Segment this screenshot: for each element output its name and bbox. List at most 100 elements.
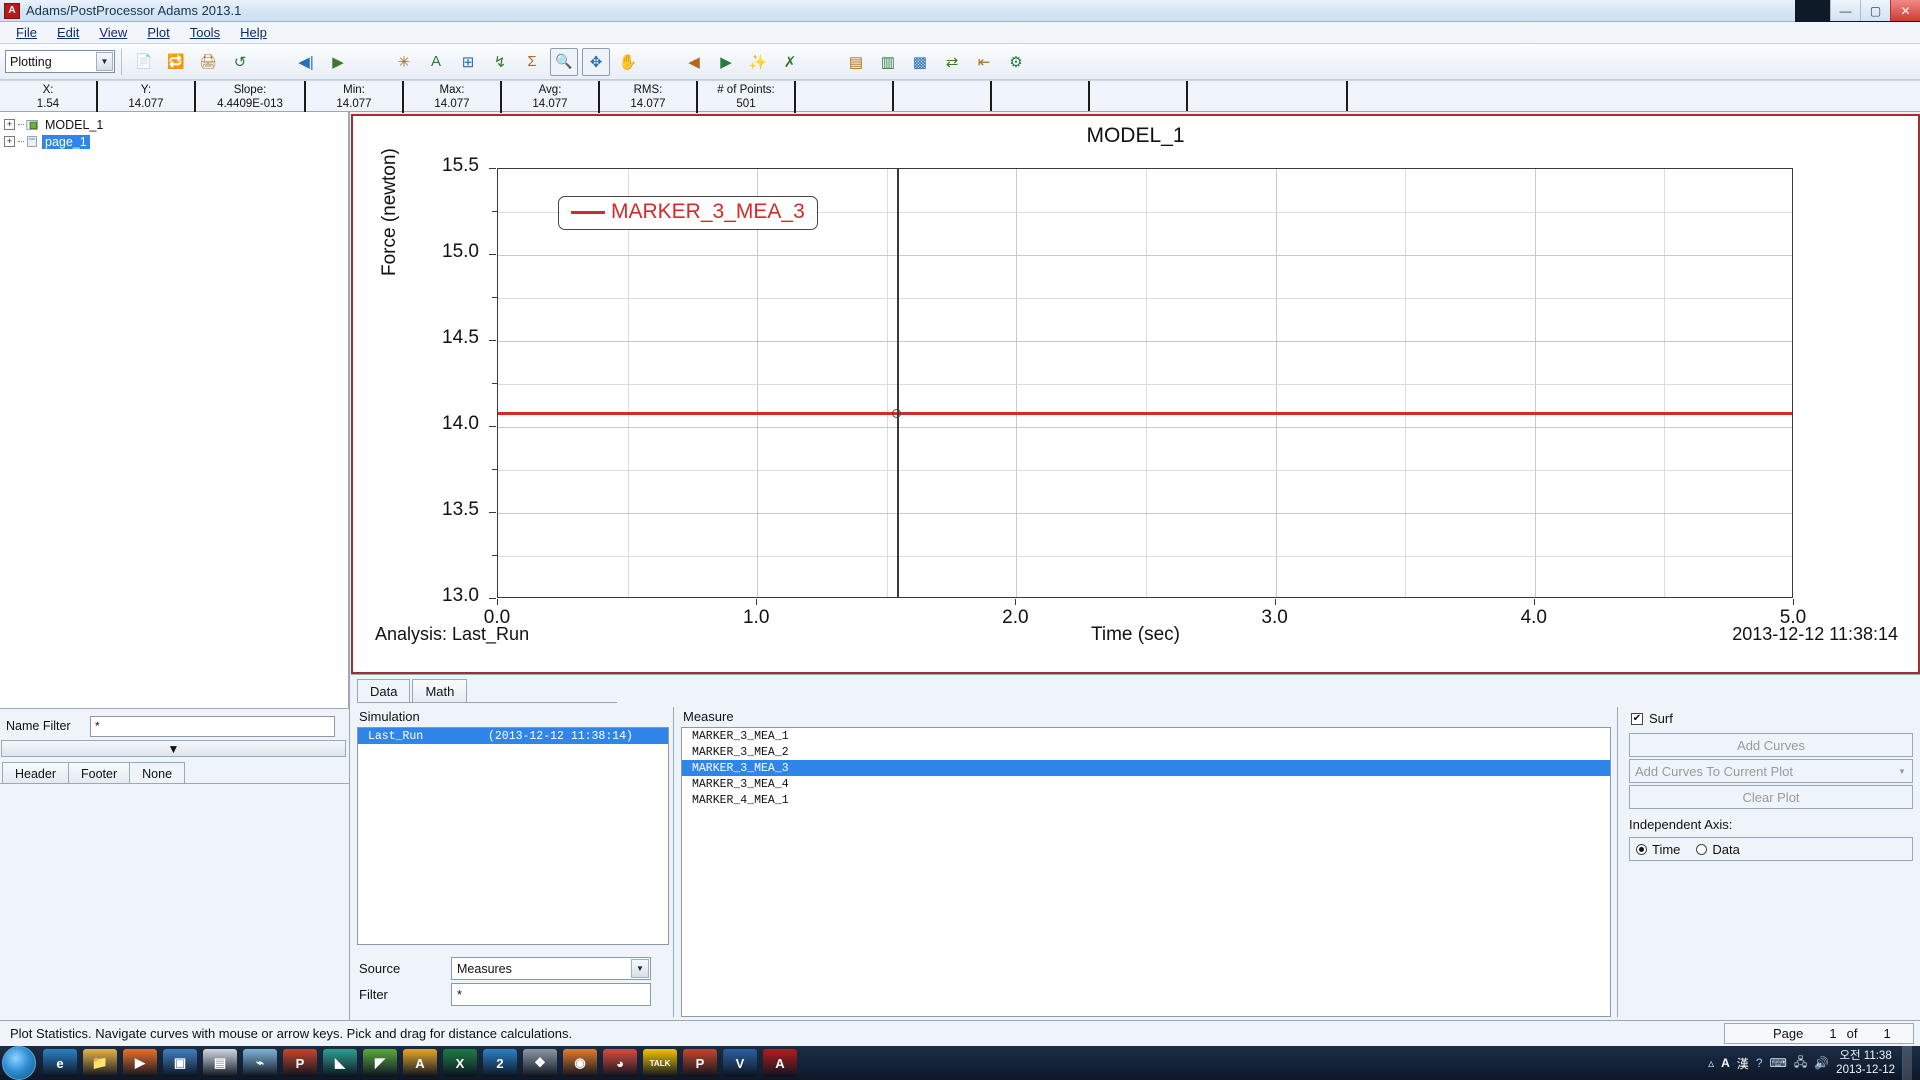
tree-node-model[interactable]: + MODEL_1 [0,116,348,133]
measure-list[interactable]: MARKER_3_MEA_1 MARKER_3_MEA_2 MARKER_3_MEA… [681,727,1611,1017]
show-desktop-button[interactable] [1902,1046,1912,1080]
tab-data[interactable]: Data [357,679,411,703]
taskbar-powerpoint-2[interactable]: P [683,1049,717,1077]
network-icon[interactable]: 🖧 [1794,1053,1807,1074]
layout-left-icon[interactable]: ▤ [842,48,870,76]
tab-footer[interactable]: Footer [68,762,131,784]
menu-plot[interactable]: Plot [137,23,179,42]
play-icon[interactable]: ▶ [324,48,352,76]
tray-overflow-icon[interactable]: ▵ [1708,1056,1714,1070]
add-curves-mode-dropdown[interactable]: Add Curves To Current Plot ▼ [1629,759,1913,783]
measure-list-item[interactable]: MARKER_3_MEA_4 [682,776,1610,792]
maximize-button[interactable]: ▢ [1860,0,1890,21]
taskbar-visio[interactable]: V [723,1049,757,1077]
taskbar-green-app[interactable]: ◤ [363,1049,397,1077]
menu-file[interactable]: File [6,23,47,42]
tab-header[interactable]: Header [2,762,69,784]
minimize-button[interactable]: — [1830,0,1860,21]
taskbar-internet-explorer[interactable]: e [43,1049,77,1077]
toggle-panel-icon[interactable]: ⇤ [970,48,998,76]
filter-dropdown-strip[interactable]: ▼ [1,740,346,757]
chevron-down-icon[interactable]: ▼ [96,52,113,71]
taskbar-media-player[interactable]: ▶ [123,1049,157,1077]
chevron-down-icon[interactable]: ▼ [631,959,649,978]
tab-none[interactable]: None [129,762,186,784]
taskbar-gray-app[interactable]: ❖ [523,1049,557,1077]
menu-edit[interactable]: Edit [47,23,89,42]
menu-help[interactable]: Help [230,23,277,42]
prev-page-icon[interactable]: ◀ [680,48,708,76]
taskbar-excel[interactable]: X [443,1049,477,1077]
pan-fit-icon[interactable]: ✥ [582,47,610,76]
axis-tool-icon[interactable]: ⊞ [454,48,482,76]
close-button[interactable]: ✕ [1890,0,1920,21]
chevron-down-icon[interactable]: ▼ [168,742,180,756]
menu-tools[interactable]: Tools [180,23,230,42]
clock[interactable]: 오전 11:38 2013-12-12 [1836,1049,1895,1078]
taskbar-editor-app[interactable]: ⌁ [243,1049,277,1077]
radio-data[interactable]: Data [1696,842,1740,857]
surf-checkbox[interactable]: ✔ Surf [1631,711,1673,726]
new-page-icon[interactable]: 📄 [130,48,158,76]
ime-hanja-icon[interactable]: 漢 [1737,1055,1749,1072]
expander-icon[interactable]: + [4,119,15,130]
clear-plot-button[interactable]: Clear Plot [1629,785,1913,809]
plot-canvas[interactable]: MODEL_1 Force (newton) 13.0 13.5 14.0 14.5 1… [351,114,1920,674]
layout-top-icon[interactable]: ▥ [874,48,902,76]
ime-language-icon[interactable]: A [1721,1056,1730,1070]
text-tool-icon[interactable]: A [422,48,450,76]
taskbar-teal-app[interactable]: ◣ [323,1049,357,1077]
add-curves-button[interactable]: Add Curves [1629,733,1913,757]
taskbar-adams[interactable]: A [763,1049,797,1077]
measure-list-item[interactable]: MARKER_4_MEA_1 [682,792,1610,808]
model-tree[interactable]: + MODEL_1 + page_1 [0,112,349,709]
reload-icon[interactable]: 🔁 [162,48,190,76]
print-icon[interactable]: 🖨 [194,48,222,76]
measure-list-item[interactable]: MARKER_3_MEA_1 [682,728,1610,744]
taskbar-kakaotalk[interactable]: TALK [643,1049,677,1077]
first-frame-icon[interactable]: ◀| [292,48,320,76]
taskbar-orange-app[interactable]: ◉ [563,1049,597,1077]
help-icon[interactable]: ? [1756,1056,1763,1070]
menu-view[interactable]: View [89,23,137,42]
curve-tool-icon[interactable]: ↯ [486,48,514,76]
plot-axes[interactable] [497,168,1793,598]
expander-icon[interactable]: + [4,136,15,147]
keyboard-icon[interactable]: ⌨ [1770,1056,1787,1070]
cursor-point-marker[interactable] [892,408,902,418]
sigma-tool-icon[interactable]: Σ [518,48,546,76]
undo-icon[interactable]: ↺ [226,48,254,76]
measure-list-item[interactable]: MARKER_3_MEA_2 [682,744,1610,760]
next-page-icon[interactable]: ▶ [712,48,740,76]
filter-input[interactable]: * [451,983,651,1006]
taskbar-notepad[interactable]: ▤ [203,1049,237,1077]
taskbar-autodesk-app[interactable]: A [403,1049,437,1077]
simulation-row-last-run[interactable]: Last_Run (2013-12-12 11:38:14) [358,728,668,744]
taskbar-file-explorer[interactable]: 📁 [83,1049,117,1077]
tree-node-page[interactable]: + page_1 [0,133,348,150]
taskbar-window-app[interactable]: ▣ [163,1049,197,1077]
swap-view-icon[interactable]: ⇄ [938,48,966,76]
hand-pan-icon[interactable]: ✋ [614,48,642,76]
taskbar-chrome[interactable]: ◕ [603,1049,637,1077]
start-button-icon[interactable] [2,1046,36,1080]
taskbar-powerpoint[interactable]: P [283,1049,317,1077]
measure-list-item[interactable]: MARKER_3_MEA_3 [682,760,1610,776]
volume-icon[interactable]: 🔊 [1814,1056,1829,1070]
plot-legend[interactable]: MARKER_3_MEA_3 [558,196,818,230]
mode-dropdown[interactable]: Plotting ▼ [5,50,115,73]
source-dropdown[interactable]: Measures ▼ [451,957,651,980]
delete-page-icon[interactable]: ✗ [776,48,804,76]
layout-full-icon[interactable]: ▩ [906,48,934,76]
curve-marker-3-mea-3[interactable] [498,412,1792,416]
tab-math[interactable]: Math [412,679,468,703]
settings-gear-icon[interactable]: ⚙ [1002,48,1030,76]
chevron-down-icon[interactable]: ▼ [1894,763,1910,780]
name-filter-input[interactable]: * [90,715,335,737]
clear-plot-icon[interactable]: ✳ [390,48,418,76]
cursor-crosshair-line[interactable] [897,169,899,597]
taskbar-blue-doc[interactable]: 2 [483,1049,517,1077]
radio-time[interactable]: Time [1636,842,1680,857]
add-page-icon[interactable]: ✨ [744,48,772,76]
simulation-list[interactable]: Last_Run (2013-12-12 11:38:14) [357,727,669,945]
